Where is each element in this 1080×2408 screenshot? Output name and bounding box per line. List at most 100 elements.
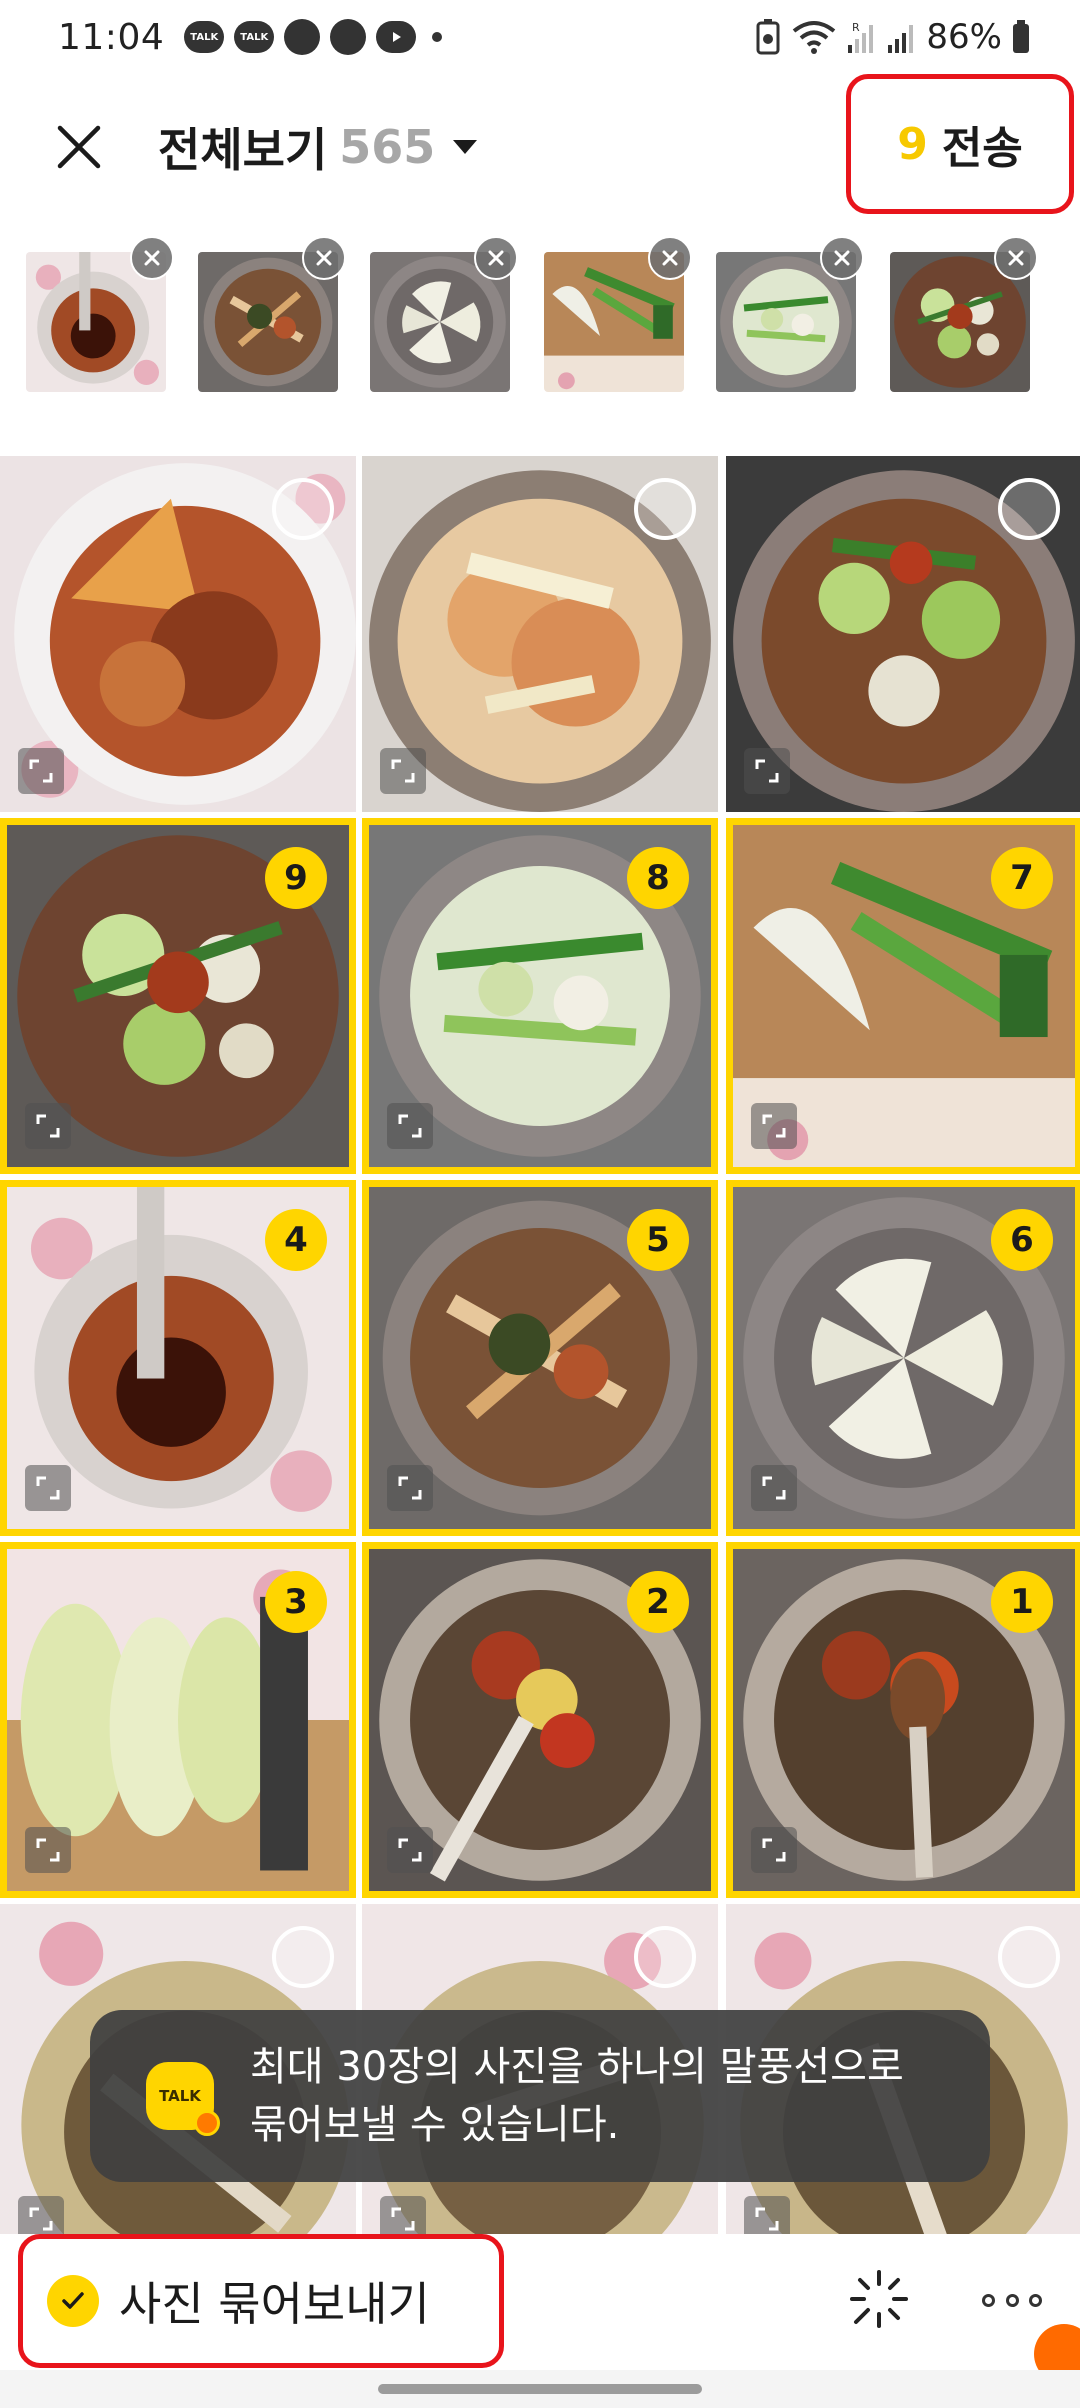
navigation-bar: [0, 2370, 1080, 2408]
remove-thumbnail-button[interactable]: [648, 236, 692, 280]
close-button[interactable]: [44, 112, 114, 182]
close-icon: [144, 250, 160, 266]
expand-icon: [762, 1476, 786, 1500]
send-label: 전송: [941, 123, 1023, 174]
select-circle[interactable]: [272, 478, 334, 540]
send-button[interactable]: 9 전송: [851, 79, 1069, 209]
photo-tile[interactable]: 5: [362, 1180, 718, 1536]
select-circle[interactable]: [634, 1926, 696, 1988]
chevron-down-icon: [453, 140, 478, 154]
chat-icon: [284, 19, 321, 55]
svg-text:R: R: [852, 21, 860, 34]
battery-saver-icon: [756, 19, 780, 55]
remove-thumbnail-button[interactable]: [994, 236, 1038, 280]
header: 전체보기 565 9 전송: [0, 74, 1080, 216]
expand-button[interactable]: [18, 748, 64, 794]
close-icon: [316, 250, 332, 266]
photo-tile[interactable]: 2: [362, 1542, 718, 1898]
kakaotalk-logo-icon: TALK: [146, 2062, 220, 2136]
selection-order-badge[interactable]: 7: [991, 847, 1053, 909]
remove-thumbnail-button[interactable]: [130, 236, 174, 280]
expand-button[interactable]: [387, 1103, 433, 1149]
expand-icon: [755, 2207, 779, 2231]
home-gesture-handle[interactable]: [378, 2384, 702, 2394]
photo-tile[interactable]: 3: [0, 1542, 356, 1898]
status-right: R 86%: [754, 17, 1030, 57]
remove-thumbnail-button[interactable]: [474, 236, 518, 280]
expand-button[interactable]: [380, 748, 426, 794]
remove-thumbnail-button[interactable]: [820, 236, 864, 280]
expand-icon: [36, 1114, 60, 1138]
remove-thumbnail-button[interactable]: [302, 236, 346, 280]
expand-icon: [29, 2207, 53, 2231]
select-circle[interactable]: [998, 1926, 1060, 1988]
selection-order-badge[interactable]: 5: [627, 1209, 689, 1271]
signal-icon: [888, 25, 914, 53]
selection-order-badge[interactable]: 1: [991, 1571, 1053, 1633]
more-dot-icon: [1029, 2293, 1042, 2307]
expand-button[interactable]: [751, 1827, 797, 1873]
expand-button[interactable]: [751, 1465, 797, 1511]
photo-tile[interactable]: [362, 456, 718, 812]
expand-button[interactable]: [751, 1103, 797, 1149]
selection-order-badge[interactable]: 3: [265, 1571, 327, 1633]
selection-order-badge[interactable]: 8: [627, 847, 689, 909]
expand-button[interactable]: [744, 748, 790, 794]
expand-button[interactable]: [387, 1827, 433, 1873]
photo-tile[interactable]: 7: [726, 818, 1080, 1174]
close-icon: [57, 125, 101, 169]
photo-grid: 9 8 7 4 5 6 3 2 1: [0, 438, 1080, 2250]
close-icon: [488, 250, 504, 266]
toast-message: 최대 30장의 사진을 하나의 말풍선으로 묶어보낼 수 있습니다.: [250, 2044, 904, 2148]
expand-button[interactable]: [25, 1465, 71, 1511]
expand-button[interactable]: [25, 1827, 71, 1873]
photo-tile[interactable]: 8: [362, 818, 718, 1174]
auto-enhance-button[interactable]: [848, 2268, 910, 2330]
select-circle[interactable]: [272, 1926, 334, 1988]
bundle-info-toast: TALK 최대 30장의 사진을 하나의 말풍선으로 묶어보낼 수 있습니다.: [90, 2010, 990, 2182]
expand-button[interactable]: [25, 1103, 71, 1149]
more-dot-icon: [1005, 2293, 1019, 2307]
status-time: 11:04: [58, 16, 165, 58]
expand-icon: [755, 759, 779, 783]
photo-tile[interactable]: 6: [726, 1180, 1080, 1536]
album-selector[interactable]: 전체보기 565: [158, 114, 478, 180]
expand-icon: [762, 1838, 786, 1862]
expand-icon: [762, 1114, 786, 1138]
close-icon: [1008, 250, 1024, 266]
photo-picker-screen: 11:04 TALK TALK R 86% 전체보기 565 9 전송 9 8 …: [0, 0, 1080, 2408]
bundle-send-label: 사진 묶어보내기: [119, 2277, 430, 2331]
status-bar: 11:04 TALK TALK R 86%: [0, 0, 1080, 74]
album-count: 565: [339, 120, 436, 174]
bundle-send-toggle[interactable]: 사진 묶어보내기: [47, 2239, 430, 2363]
kakaotalk-logo-text: TALK: [159, 2087, 201, 2105]
battery-percentage: 86%: [926, 17, 1002, 57]
sparkle-icon: [850, 2270, 908, 2328]
photo-tile[interactable]: [0, 456, 356, 812]
expand-button[interactable]: [387, 1465, 433, 1511]
photo-tile[interactable]: 4: [0, 1180, 356, 1536]
expand-icon: [391, 2207, 415, 2231]
badge-icon: [194, 2110, 220, 2136]
photo-tile[interactable]: 9: [0, 818, 356, 1174]
select-circle[interactable]: [634, 478, 696, 540]
photo-tile[interactable]: [726, 456, 1080, 812]
send-highlight-box: 9 전송: [846, 74, 1074, 214]
selection-order-badge[interactable]: 6: [991, 1209, 1053, 1271]
more-options-button[interactable]: [982, 2282, 1042, 2318]
photo-tile[interactable]: 1: [726, 1542, 1080, 1898]
youtube-icon: [376, 21, 417, 53]
selected-thumbnails-strip: [0, 236, 1080, 396]
selection-order-badge[interactable]: 2: [627, 1571, 689, 1633]
select-circle[interactable]: [998, 478, 1060, 540]
kakaotalk-notification-icon: TALK: [184, 21, 225, 53]
more-notifications-icon: [432, 32, 443, 42]
signal-r-icon: R: [848, 21, 874, 53]
selection-order-badge[interactable]: 4: [265, 1209, 327, 1271]
notification-icons: TALK TALK: [184, 19, 443, 55]
selection-order-badge[interactable]: 9: [265, 847, 327, 909]
expand-icon: [36, 1476, 60, 1500]
album-title: 전체보기: [158, 123, 328, 177]
send-count: 9: [897, 118, 928, 170]
battery-icon: [1013, 20, 1029, 53]
